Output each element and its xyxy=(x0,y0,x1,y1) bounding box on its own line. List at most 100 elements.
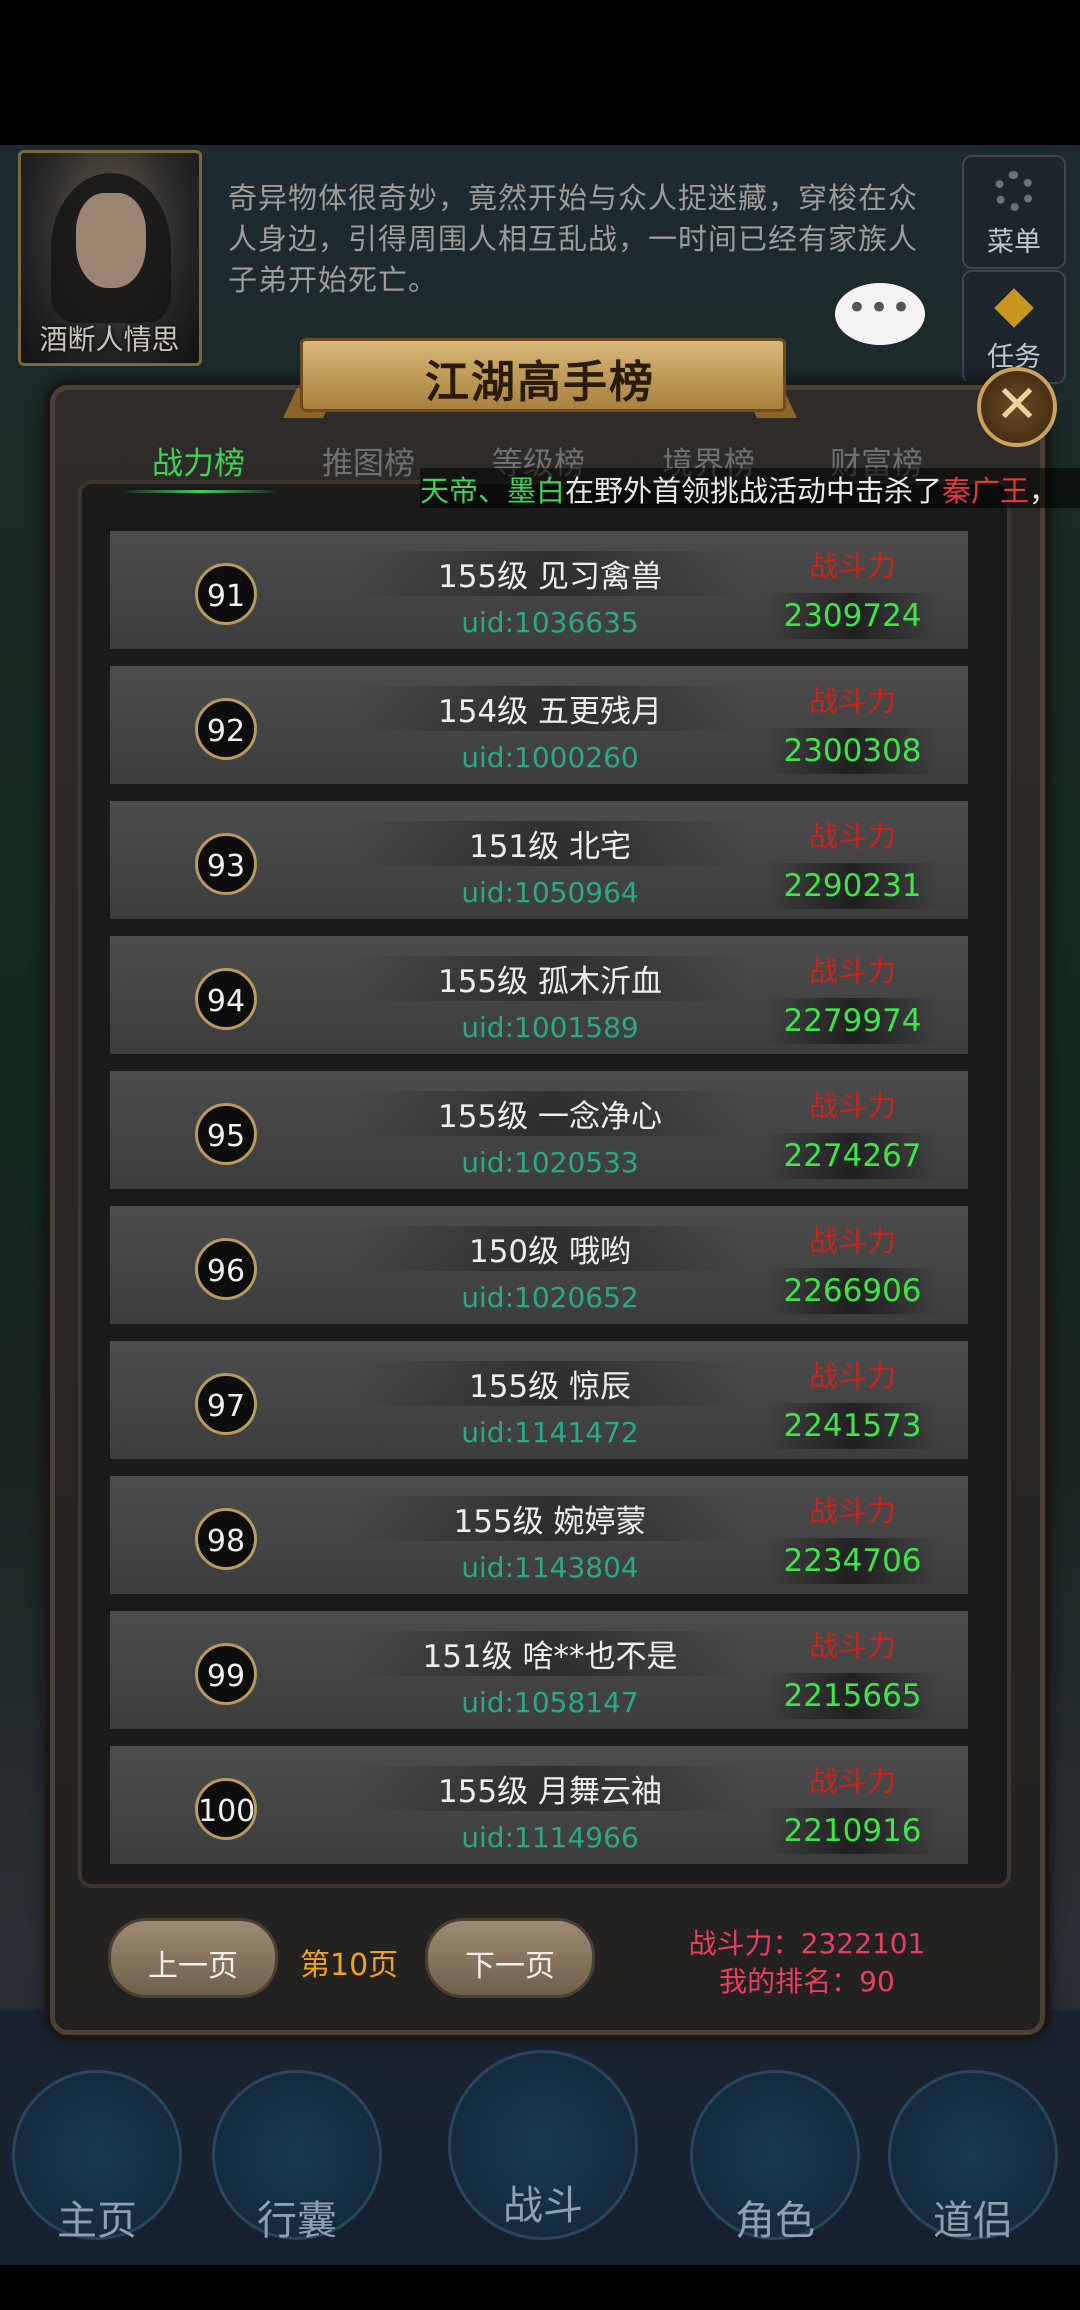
rank-badge: 96 xyxy=(195,1238,257,1300)
my-rank: 我的排名：90 xyxy=(719,1965,895,1998)
rank-badge: 92 xyxy=(195,698,257,760)
leaderboard-row[interactable]: 100 155级 月舞云袖 uid:1114966 战斗力 2210916 xyxy=(107,1743,971,1867)
player-uid: uid:1020652 xyxy=(461,1281,639,1314)
power-label: 战斗力 xyxy=(808,1224,896,1258)
power-label: 战斗力 xyxy=(808,1494,896,1528)
task-icon xyxy=(994,288,1034,328)
close-button[interactable]: ✕ xyxy=(977,367,1057,447)
my-power: 战斗力：2322101 xyxy=(688,1927,926,1960)
nav-bag-label: 行囊 xyxy=(257,2198,337,2244)
avatar-face xyxy=(76,193,146,288)
player-uid: uid:1058147 xyxy=(461,1686,639,1719)
leaderboard-row[interactable]: 91 155级 见习禽兽 uid:1036635 战斗力 2309724 xyxy=(107,528,971,652)
player-uid: uid:1020533 xyxy=(461,1146,639,1179)
avatar-name: 酒断人情思 xyxy=(39,323,180,356)
nav-character[interactable]: 角色 xyxy=(690,2070,860,2244)
tab-progress[interactable]: 推图榜 xyxy=(322,438,415,483)
story-text: 奇异物体很奇妙，竟然开始与众人捉迷藏，穿梭在众 人身边，引得周围人相互乱战，一时… xyxy=(228,178,928,301)
player-name: 155级 一念净心 xyxy=(350,1091,750,1136)
rank-badge: 91 xyxy=(195,563,257,625)
rank-badge: 97 xyxy=(195,1373,257,1435)
player-uid: uid:1001589 xyxy=(461,1011,639,1044)
marquee-target: 秦广王 xyxy=(942,474,1030,508)
player-name: 151级 啥**也不是 xyxy=(350,1631,750,1676)
menu-label: 菜单 xyxy=(987,227,1041,258)
rank-badge: 93 xyxy=(195,833,257,895)
power-label: 战斗力 xyxy=(808,1764,896,1798)
rank-number: 95 xyxy=(206,1119,246,1154)
active-tab-indicator xyxy=(120,490,280,493)
player-uid: uid:1141472 xyxy=(461,1416,639,1449)
leaderboard-row[interactable]: 97 155级 惊辰 uid:1141472 战斗力 2241573 xyxy=(107,1338,971,1462)
leaderboard-row[interactable]: 94 155级 孤木沂血 uid:1001589 战斗力 2279974 xyxy=(107,933,971,1057)
power-label: 战斗力 xyxy=(808,684,896,718)
leaderboard-row[interactable]: 93 151级 北宅 uid:1050964 战斗力 2290231 xyxy=(107,798,971,922)
player-uid: uid:1050964 xyxy=(461,876,639,909)
power-label: 战斗力 xyxy=(808,549,896,583)
leaderboard-row[interactable]: 96 150级 哦哟 uid:1020652 战斗力 2266906 xyxy=(107,1203,971,1327)
story-line: 奇异物体很奇妙，竟然开始与众人捉迷藏，穿梭在众 xyxy=(228,181,919,215)
power-label: 战斗力 xyxy=(808,819,896,853)
power-label: 战斗力 xyxy=(808,1629,896,1663)
leaderboard-row[interactable]: 98 155级 婉婷蒙 uid:1143804 战斗力 2234706 xyxy=(107,1473,971,1597)
rank-number: 97 xyxy=(206,1389,246,1424)
next-page-label: 下一页 xyxy=(465,1949,555,1984)
player-name: 154级 五更残月 xyxy=(350,686,750,731)
rank-badge: 95 xyxy=(195,1103,257,1165)
rank-badge: 98 xyxy=(195,1508,257,1570)
prev-page-label: 上一页 xyxy=(148,1949,238,1984)
tab-power[interactable]: 战力榜 xyxy=(152,438,245,483)
panel-title-banner: 江湖高手榜 xyxy=(283,318,797,418)
next-page-button[interactable]: 下一页 xyxy=(425,1918,595,1998)
player-name: 155级 孤木沂血 xyxy=(350,956,750,1001)
nav-home[interactable]: 主页 xyxy=(12,2070,182,2244)
my-stats: 战斗力：2322101 我的排名：90 xyxy=(672,1925,942,2001)
power-label: 战斗力 xyxy=(808,1359,896,1393)
nav-home-label: 主页 xyxy=(57,2198,137,2244)
player-name: 150级 哦哟 xyxy=(350,1226,750,1271)
rank-badge: 94 xyxy=(195,968,257,1030)
player-uid: uid:1143804 xyxy=(461,1551,639,1584)
rank-number: 98 xyxy=(206,1524,246,1559)
marquee-text: 在野外首领挑战活动中击杀了 xyxy=(565,474,943,508)
nav-battle[interactable]: 战斗 xyxy=(448,2050,638,2240)
player-name: 155级 婉婷蒙 xyxy=(350,1496,750,1541)
player-name: 151级 北宅 xyxy=(350,821,750,866)
rank-badge: 99 xyxy=(195,1643,257,1705)
leaderboard-row[interactable]: 92 154级 五更残月 uid:1000260 战斗力 2300308 xyxy=(107,663,971,787)
marquee-tail: ， xyxy=(1029,474,1059,508)
nav-partner-label: 道侣 xyxy=(933,2198,1013,2244)
power-value: 2241573 xyxy=(765,1403,940,1449)
story-line: 子弟开始死亡。 xyxy=(228,263,439,297)
power-value: 2300308 xyxy=(765,728,940,774)
leaderboard-row[interactable]: 95 155级 一念净心 uid:1020533 战斗力 2274267 xyxy=(107,1068,971,1192)
page-indicator: 第10页 xyxy=(300,1948,399,1983)
panel-title: 江湖高手榜 xyxy=(425,357,655,408)
rank-number: 91 xyxy=(206,579,246,614)
power-value: 2279974 xyxy=(765,998,940,1044)
prev-page-button[interactable]: 上一页 xyxy=(108,1918,278,1998)
power-value: 2309724 xyxy=(765,593,940,639)
leaderboard-row[interactable]: 99 151级 啥**也不是 uid:1058147 战斗力 2215665 xyxy=(107,1608,971,1732)
nav-battle-label: 战斗 xyxy=(503,2183,583,2229)
chat-bubble-button[interactable]: ••• xyxy=(835,283,925,345)
power-value: 2290231 xyxy=(765,863,940,909)
announcement-marquee: 天帝、墨白在野外首领挑战活动中击杀了秦广王， xyxy=(420,468,1080,508)
marquee-names: 天帝、墨白 xyxy=(420,474,566,508)
nav-bag[interactable]: 行囊 xyxy=(212,2070,382,2244)
power-value: 2215665 xyxy=(765,1673,940,1719)
close-icon: ✕ xyxy=(995,375,1039,435)
player-uid: uid:1036635 xyxy=(461,606,639,639)
power-label: 战斗力 xyxy=(808,954,896,988)
menu-button[interactable]: 菜单 xyxy=(962,155,1066,269)
power-label: 战斗力 xyxy=(808,1089,896,1123)
rank-badge: 100 xyxy=(195,1778,257,1840)
ellipsis-icon: ••• xyxy=(846,288,914,328)
gear-icon xyxy=(994,171,1034,211)
rank-number: 99 xyxy=(206,1659,246,1694)
nav-partner[interactable]: 道侣 xyxy=(888,2070,1058,2244)
player-name: 155级 月舞云袖 xyxy=(350,1766,750,1811)
power-value: 2274267 xyxy=(765,1133,940,1179)
power-value: 2234706 xyxy=(765,1538,940,1584)
power-value: 2266906 xyxy=(765,1268,940,1314)
